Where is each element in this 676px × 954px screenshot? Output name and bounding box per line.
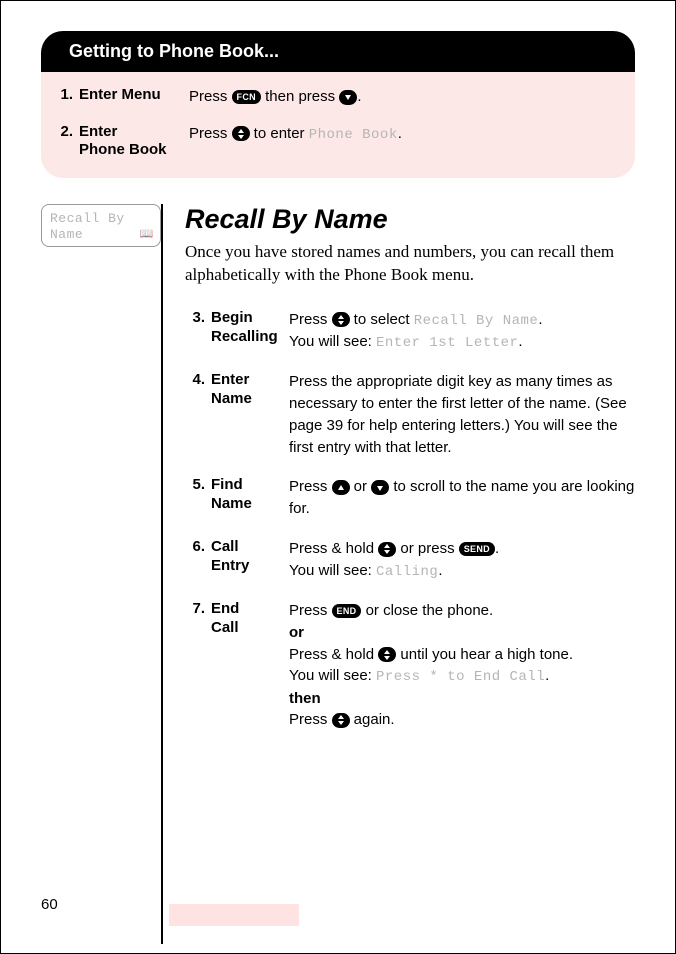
step-7: 7. End Call Press END or close the phone… [185,600,635,731]
updown-key-icon [378,647,396,662]
step-desc: Press to select Recall By Name. You will… [289,309,635,354]
step-number: 6. [185,538,211,555]
step-label: Find Name [211,476,289,514]
step-4: 4. Enter Name Press the appropriate digi… [185,371,635,458]
step-number: 5. [185,476,211,493]
step-desc: Press the appropriate digit key as many … [289,371,635,458]
fcn-key-icon: FCN [232,90,261,104]
step-label: Enter Name [211,371,289,409]
step-desc: Press or to scroll to the name you are l… [289,476,635,520]
main-content: Recall By Name 📖 Recall By Name Once you… [41,204,635,944]
footer-highlight [169,904,299,926]
book-icon: 📖 [140,229,154,242]
step-label: Call Entry [211,538,289,576]
step-label: End Call [211,600,289,638]
getting-to-body: 1. Enter Menu Press FCN then press . 2. … [41,72,635,178]
step-number: 3. [185,309,211,326]
step-desc: Press to enter Phone Book. [189,123,617,146]
step-3: 3. Begin Recalling Press to select Recal… [185,309,635,354]
down-key-icon [371,480,389,495]
section-intro: Once you have stored names and numbers, … [185,241,635,287]
page-number: 60 [41,896,58,913]
section-title: Recall By Name [185,204,635,235]
step-desc: Press FCN then press . [189,86,617,109]
send-key-icon: SEND [459,542,495,556]
phone-display-snippet: Recall By Name 📖 [41,204,161,247]
updown-key-icon [332,312,350,327]
getting-to-step-1: 1. Enter Menu Press FCN then press . [51,86,617,109]
down-key-icon [339,90,357,105]
updown-key-icon [232,126,250,141]
or-text: or [289,624,304,641]
up-key-icon [332,480,350,495]
step-desc: Press & hold or press SEND. You will see… [289,538,635,582]
step-number: 7. [185,600,211,617]
left-column: Recall By Name 📖 [41,204,161,944]
getting-to-step-2: 2. Enter Phone Book Press to enter Phone… [51,123,617,161]
getting-to-header: Getting to Phone Book... [41,31,635,72]
step-desc: Press END or close the phone. or Press &… [289,600,635,731]
step-label: Begin Recalling [211,309,289,347]
then-text: then [289,690,321,707]
step-5: 5. Find Name Press or to scroll to the n… [185,476,635,520]
end-key-icon: END [332,604,362,618]
step-number: 4. [185,371,211,388]
updown-key-icon [378,542,396,557]
step-label: Enter Phone Book [79,123,189,161]
updown-key-icon [332,713,350,728]
step-number: 2. [51,123,79,140]
getting-to-box: Getting to Phone Book... 1. Enter Menu P… [41,31,635,178]
right-column: Recall By Name Once you have stored name… [161,204,635,944]
step-6: 6. Call Entry Press & hold or press SEND… [185,538,635,582]
step-label: Enter Menu [79,86,189,105]
step-number: 1. [51,86,79,103]
